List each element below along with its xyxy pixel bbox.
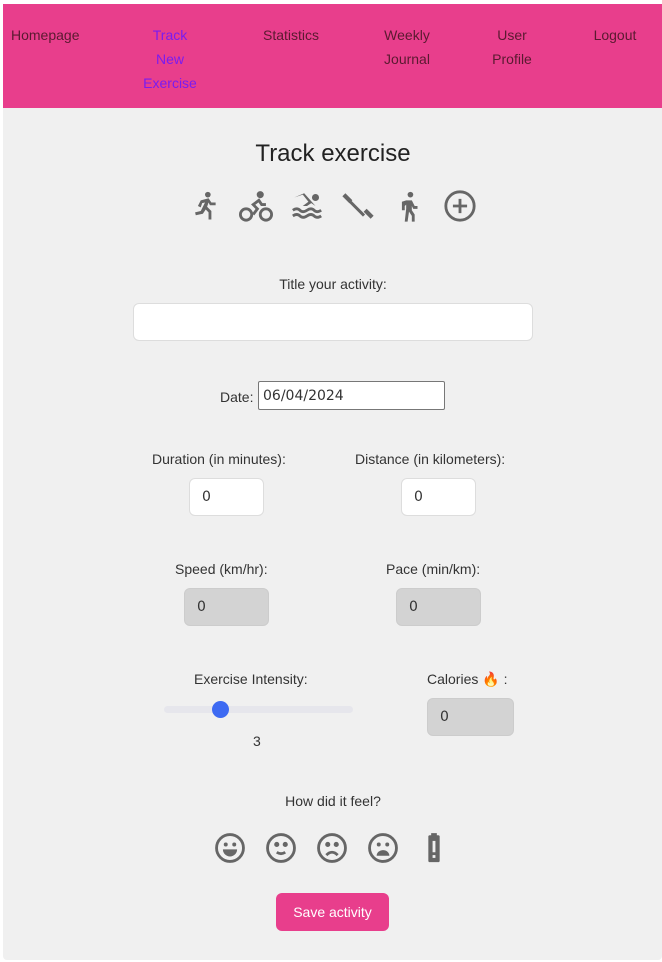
nav-logout[interactable]: Logout: [585, 23, 645, 47]
intensity-value: 3: [253, 733, 261, 749]
title-input[interactable]: [133, 303, 533, 341]
pace-label: Pace (min/km):: [386, 561, 481, 577]
duration-label: Duration (in minutes):: [152, 451, 286, 467]
speed-label: Speed (km/hr):: [175, 561, 268, 577]
feel-label: How did it feel?: [285, 793, 381, 809]
save-activity-button[interactable]: Save activity: [276, 893, 389, 931]
pace-output: 0: [396, 588, 481, 626]
sad-icon[interactable]: [315, 831, 349, 865]
very-sad-icon[interactable]: [366, 831, 400, 865]
low-battery-icon[interactable]: [417, 831, 451, 865]
intensity-slider[interactable]: [164, 701, 353, 718]
running-icon[interactable]: [188, 189, 222, 223]
nav-user-profile[interactable]: User Profile: [483, 23, 541, 71]
calories-output: 0: [427, 698, 514, 736]
distance-input[interactable]: 0: [401, 478, 476, 516]
very-happy-icon[interactable]: [213, 831, 247, 865]
date-input[interactable]: 06/04/2024: [258, 381, 445, 410]
swimming-icon[interactable]: [290, 189, 324, 223]
duration-input[interactable]: 0: [189, 478, 264, 516]
date-label: Date:: [220, 389, 254, 405]
page-title: Track exercise: [255, 140, 411, 167]
calories-label: Calories 🔥 :: [427, 671, 508, 687]
distance-label: Distance (in kilometers):: [355, 451, 506, 467]
intensity-label: Exercise Intensity:: [194, 671, 308, 687]
nav-weekly-journal[interactable]: Weekly Journal: [373, 23, 441, 71]
cycling-icon[interactable]: [239, 189, 273, 223]
nav-statistics[interactable]: Statistics: [251, 23, 331, 47]
nav-homepage[interactable]: Homepage: [11, 23, 85, 47]
add-circle-icon[interactable]: [443, 189, 477, 223]
walking-icon[interactable]: [392, 189, 426, 223]
speed-output: 0: [184, 588, 269, 626]
nav-track-new-exercise[interactable]: Track New Exercise: [139, 23, 201, 95]
top-nav: Homepage Track New Exercise Statistics W…: [3, 4, 662, 108]
happy-icon[interactable]: [264, 831, 298, 865]
weightlifting-icon[interactable]: [341, 189, 375, 223]
title-label: Title your activity:: [279, 276, 387, 292]
